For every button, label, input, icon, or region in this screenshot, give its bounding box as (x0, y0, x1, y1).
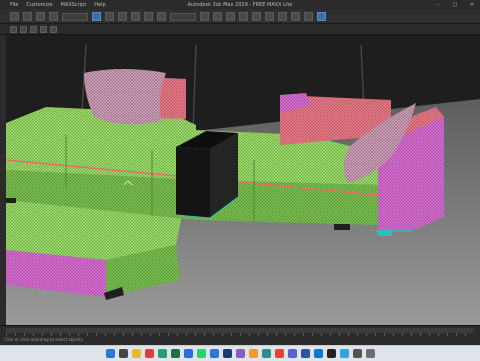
chrome-icon[interactable] (144, 349, 154, 358)
angle-snap-icon[interactable] (226, 12, 235, 21)
search-icon[interactable] (118, 349, 128, 358)
vscode-icon[interactable] (313, 349, 323, 358)
secondary-toolbar (0, 24, 480, 35)
settings-icon[interactable] (365, 349, 375, 358)
media-icon[interactable] (274, 349, 284, 358)
whatsapp-icon[interactable] (196, 349, 206, 358)
align-icon[interactable] (265, 12, 274, 21)
camera-icon[interactable] (352, 349, 362, 358)
menu-help[interactable]: Help (94, 0, 105, 10)
menu-file[interactable]: File (10, 0, 18, 10)
sofa-scene (6, 35, 480, 325)
pivot-icon[interactable] (200, 12, 209, 21)
main-toolbar (0, 10, 480, 24)
side-table-front (176, 147, 210, 218)
rectangle-selection-icon[interactable] (118, 12, 127, 21)
photoshop-icon[interactable] (222, 349, 232, 358)
snap-icon[interactable] (213, 12, 222, 21)
unlink-icon[interactable] (49, 12, 58, 21)
pillow-left (84, 69, 166, 125)
timeline-ticks (6, 333, 474, 336)
render-icon[interactable] (317, 12, 326, 21)
mail-icon[interactable] (209, 349, 219, 358)
file-explorer-icon[interactable] (131, 349, 141, 358)
selection-tab-icon[interactable] (30, 25, 37, 33)
maximize-icon[interactable]: □ (451, 0, 459, 10)
render-setup-icon[interactable] (304, 12, 313, 21)
edge-icon[interactable] (157, 349, 167, 358)
menu-bar: File Customize MAXScript Help (10, 0, 106, 10)
status-bar: Click or click-and-drag to select object… (0, 325, 480, 346)
reference-coordinate-dropdown[interactable] (170, 12, 196, 21)
mirror-icon[interactable] (252, 12, 261, 21)
modeling-tab-icon[interactable] (10, 25, 17, 33)
windows-taskbar (0, 345, 480, 361)
minimize-icon[interactable]: – (434, 0, 442, 10)
3dsmax-icon[interactable] (261, 349, 271, 358)
title-bar: File Customize MAXScript Help Autodesk 3… (0, 0, 480, 10)
material-editor-icon[interactable] (291, 12, 300, 21)
excel-icon[interactable] (170, 349, 180, 358)
object-paint-icon[interactable] (40, 25, 47, 33)
telegram-icon[interactable] (339, 349, 349, 358)
store-icon[interactable] (183, 349, 193, 358)
menu-maxscript[interactable]: MAXScript (61, 0, 87, 10)
redo-icon[interactable] (23, 12, 32, 21)
link-icon[interactable] (36, 12, 45, 21)
percent-snap-icon[interactable] (239, 12, 248, 21)
rotate-icon[interactable] (144, 12, 153, 21)
photos-icon[interactable] (235, 349, 245, 358)
freeform-tab-icon[interactable] (20, 25, 27, 33)
populate-icon[interactable] (50, 25, 57, 33)
select-by-name-icon[interactable] (105, 12, 114, 21)
layers-icon[interactable] (278, 12, 287, 21)
scale-icon[interactable] (157, 12, 166, 21)
close-icon[interactable]: ✕ (468, 0, 476, 10)
notion-icon[interactable] (326, 349, 336, 358)
menu-customize[interactable]: Customize (26, 0, 52, 10)
illustrator-icon[interactable] (248, 349, 258, 358)
word-icon[interactable] (300, 349, 310, 358)
windows-start-icon[interactable] (105, 349, 115, 358)
teams-icon[interactable] (287, 349, 297, 358)
status-prompt: Click or click-and-drag to select object… (4, 337, 83, 342)
move-icon[interactable] (131, 12, 140, 21)
select-object-icon[interactable] (92, 12, 101, 21)
perspective-viewport[interactable] (6, 35, 480, 325)
selection-filter-dropdown[interactable] (62, 12, 88, 21)
undo-icon[interactable] (10, 12, 19, 21)
window-controls: – □ ✕ (434, 0, 476, 10)
